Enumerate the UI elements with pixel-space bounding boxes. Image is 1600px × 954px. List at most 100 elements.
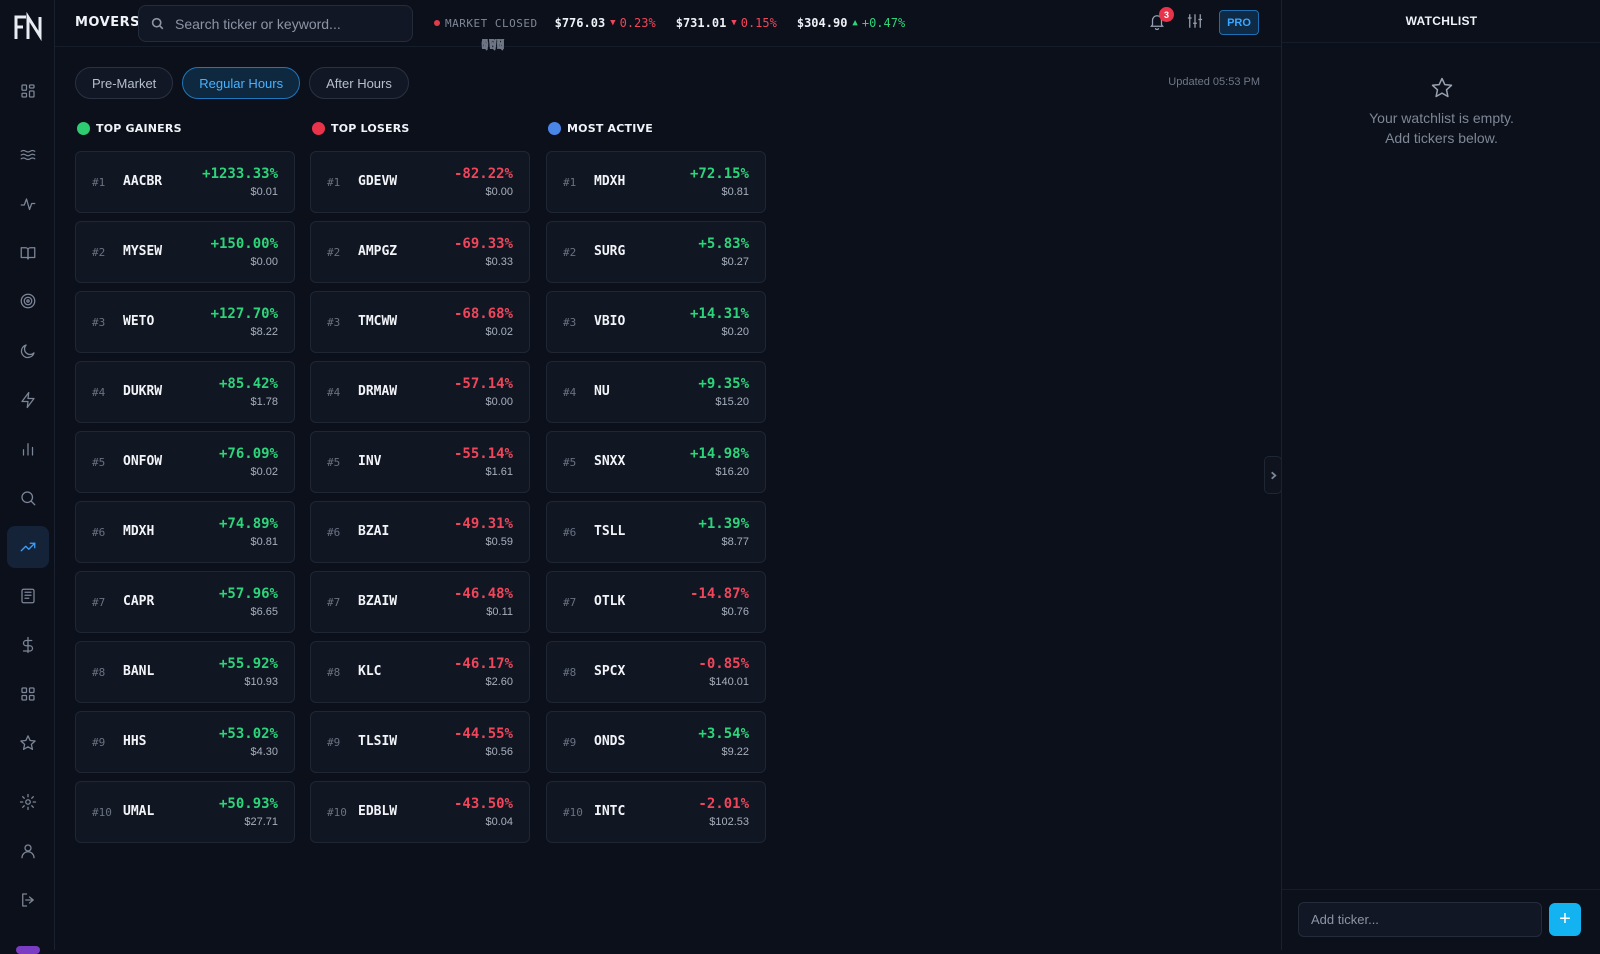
mover-card[interactable]: #4 NU +9.35% $15.20 (546, 361, 766, 423)
mover-card[interactable]: #6 MDXH +74.89% $0.81 (75, 501, 295, 563)
mover-card[interactable]: #1 MDXH +72.15% $0.81 (546, 151, 766, 213)
mover-change: +76.09% (218, 446, 278, 462)
mover-symbol: BZAIW (358, 594, 398, 609)
mover-card[interactable]: #2 AMPGZ -69.33% $0.33 (310, 221, 530, 283)
mover-rank: #1 (92, 176, 106, 189)
sidebar-item-bar-chart[interactable] (7, 428, 49, 470)
mover-card[interactable]: #8 KLC -46.17% $2.60 (310, 641, 530, 703)
pro-badge[interactable]: PRO (1219, 10, 1259, 35)
mover-rank: #7 (563, 596, 577, 609)
sidebar-item-search[interactable] (7, 477, 49, 519)
sidebar-item-star[interactable] (7, 722, 49, 764)
sidebar-item-waves[interactable] (7, 134, 49, 176)
index-quote[interactable]: SPY $776.03 ▼ 0.23% (481, 16, 656, 53)
mover-card[interactable]: #10 EDBLW -43.50% $0.04 (310, 781, 530, 843)
notifications-button[interactable]: 3 (1148, 7, 1174, 34)
session-tabs: Pre-Market Regular Hours After Hours (75, 67, 409, 99)
user-icon (19, 842, 37, 860)
mover-card[interactable]: #7 OTLK -14.87% $0.76 (546, 571, 766, 633)
mover-card[interactable]: #9 HHS +53.02% $4.30 (75, 711, 295, 773)
mover-card[interactable]: #6 BZAI -49.31% $0.59 (310, 501, 530, 563)
column-dot-icon (312, 121, 325, 135)
tab-after-hours[interactable]: After Hours (309, 67, 409, 99)
mover-card[interactable]: #9 TLSIW -44.55% $0.56 (310, 711, 530, 773)
mover-card[interactable]: #3 VBIO +14.31% $0.20 (546, 291, 766, 353)
mover-rank: #7 (92, 596, 106, 609)
mover-change: -43.50% (453, 796, 513, 812)
mover-card[interactable]: #10 UMAL +50.93% $27.71 (75, 781, 295, 843)
column-title: MOST ACTIVE (567, 121, 653, 135)
mover-card[interactable]: #4 DRMAW -57.14% $0.00 (310, 361, 530, 423)
mover-symbol: KLC (358, 664, 382, 679)
filters-button[interactable] (1186, 12, 1208, 34)
most-active-column: MOST ACTIVE #1 MDXH +72.15% $0.81 #2 SURG +5.83… (546, 121, 766, 851)
mover-card[interactable]: #6 TSLL +1.39% $8.77 (546, 501, 766, 563)
sidebar-item-newspaper[interactable] (7, 575, 49, 617)
sidebar-item-apps-grid[interactable] (7, 673, 49, 715)
mover-price: $6.65 (250, 606, 278, 618)
mover-rank: #8 (327, 666, 341, 679)
tab-regular-hours[interactable]: Regular Hours (182, 67, 301, 99)
mover-rank: #4 (92, 386, 106, 399)
app-logo[interactable] (13, 11, 43, 42)
tab-pre-market[interactable]: Pre-Market (75, 67, 174, 99)
mover-card[interactable]: #8 BANL +55.92% $10.93 (75, 641, 295, 703)
sidebar-item-dollar[interactable] (7, 624, 49, 666)
sidebar-item-trending-up[interactable] (7, 526, 49, 568)
mover-card[interactable]: #4 DUKRW +85.42% $1.78 (75, 361, 295, 423)
mover-card[interactable]: #7 BZAIW -46.48% $0.11 (310, 571, 530, 633)
mover-symbol: WETO (123, 314, 155, 329)
mover-card[interactable]: #3 WETO +127.70% $8.22 (75, 291, 295, 353)
mover-card[interactable]: #9 ONDS +3.54% $9.22 (546, 711, 766, 773)
sidebar-item-target[interactable] (7, 280, 49, 322)
index-quote[interactable]: IWM $304.90 ▲ +0.47% (481, 16, 905, 53)
mover-rank: #2 (563, 246, 577, 259)
add-ticker-button[interactable]: + (1549, 903, 1581, 936)
mover-card[interactable]: #2 MYSEW +150.00% $0.00 (75, 221, 295, 283)
mover-price: $0.00 (485, 186, 513, 198)
notification-badge: 3 (1159, 7, 1174, 22)
search-input[interactable] (175, 15, 395, 32)
index-quote[interactable]: QQQ $731.01 ▼ 0.15% (481, 16, 777, 53)
newspaper-icon (19, 587, 37, 605)
mover-card[interactable]: #7 CAPR +57.96% $6.65 (75, 571, 295, 633)
sidebar-item-activity[interactable] (7, 184, 49, 226)
sidebar-item-user[interactable] (7, 830, 49, 872)
top-gainers-column: TOP GAINERS #1 AACBR +1233.33% $0.01 #2 MYSEW +… (75, 121, 295, 851)
sidebar-item-moon[interactable] (7, 330, 49, 372)
collapse-watchlist-button[interactable] (1264, 456, 1282, 494)
mover-card[interactable]: #1 GDEVW -82.22% $0.00 (310, 151, 530, 213)
search-box[interactable] (138, 5, 413, 42)
mover-symbol: GDEVW (358, 174, 398, 189)
mover-card[interactable]: #5 SNXX +14.98% $16.20 (546, 431, 766, 493)
mover-card[interactable]: #8 SPCX -0.85% $140.01 (546, 641, 766, 703)
mover-change: -2.01% (698, 796, 749, 812)
mover-card[interactable]: #10 INTC -2.01% $102.53 (546, 781, 766, 843)
mover-card[interactable]: #5 ONFOW +76.09% $0.02 (75, 431, 295, 493)
mover-card[interactable]: #1 AACBR +1233.33% $0.01 (75, 151, 295, 213)
mover-card[interactable]: #2 SURG +5.83% $0.27 (546, 221, 766, 283)
triangle-down-icon: ▼ (610, 18, 616, 28)
sidebar-item-dashboard[interactable] (7, 70, 49, 112)
mover-rank: #7 (327, 596, 341, 609)
mover-rank: #10 (327, 806, 347, 819)
mover-price: $140.01 (709, 676, 749, 688)
user-avatar[interactable] (16, 946, 40, 954)
mover-rank: #2 (92, 246, 106, 259)
mover-rank: #6 (92, 526, 106, 539)
mover-symbol: BANL (123, 664, 155, 679)
mover-symbol: AACBR (123, 174, 163, 189)
sidebar-item-book[interactable] (7, 232, 49, 274)
mover-card[interactable]: #5 INV -55.14% $1.61 (310, 431, 530, 493)
watchlist-title: WATCHLIST (1282, 0, 1600, 43)
sidebar-item-settings[interactable] (7, 781, 49, 823)
sidebar-item-bolt[interactable] (7, 379, 49, 421)
mover-card[interactable]: #3 TMCWW -68.68% $0.02 (310, 291, 530, 353)
mover-change: +3.54% (698, 726, 749, 742)
sidebar-item-logout[interactable] (7, 879, 49, 921)
add-ticker-input[interactable] (1298, 902, 1542, 937)
mover-price: $1.61 (485, 466, 513, 478)
watchlist-footer: + (1282, 889, 1600, 950)
target-icon (19, 292, 37, 310)
mover-price: $0.02 (250, 466, 278, 478)
